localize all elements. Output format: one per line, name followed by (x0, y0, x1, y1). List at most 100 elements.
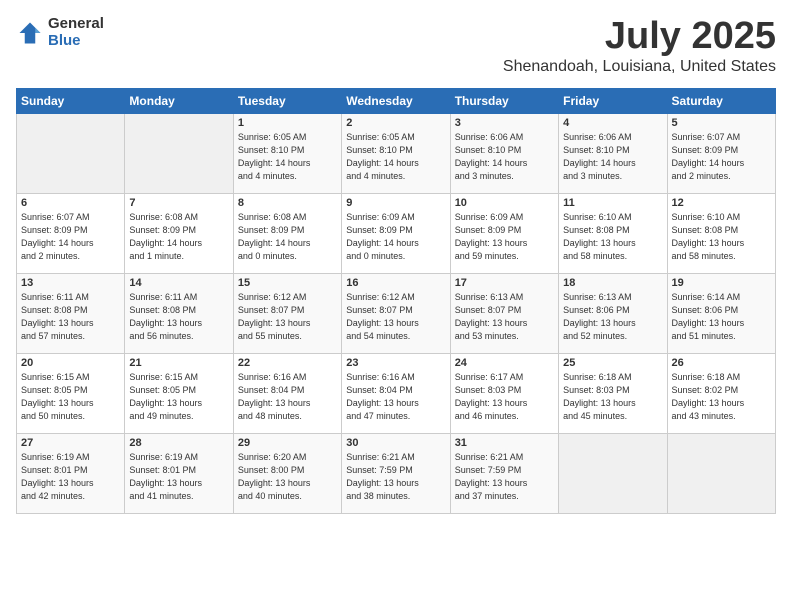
page-title: July 2025 (503, 16, 776, 58)
day-info: Sunrise: 6:18 AM Sunset: 8:03 PM Dayligh… (563, 371, 662, 423)
calendar-cell: 16Sunrise: 6:12 AM Sunset: 8:07 PM Dayli… (342, 273, 450, 353)
header-saturday: Saturday (667, 88, 775, 113)
day-number: 19 (672, 277, 771, 289)
day-number: 24 (455, 357, 554, 369)
day-number: 14 (129, 277, 228, 289)
day-number: 30 (346, 437, 445, 449)
title-block: July 2025 Shenandoah, Louisiana, United … (503, 16, 776, 76)
day-info: Sunrise: 6:09 AM Sunset: 8:09 PM Dayligh… (346, 211, 445, 263)
day-info: Sunrise: 6:17 AM Sunset: 8:03 PM Dayligh… (455, 371, 554, 423)
logo-general-text: General (48, 16, 104, 33)
day-number: 4 (563, 117, 662, 129)
day-info: Sunrise: 6:15 AM Sunset: 8:05 PM Dayligh… (129, 371, 228, 423)
day-info: Sunrise: 6:05 AM Sunset: 8:10 PM Dayligh… (238, 131, 337, 183)
calendar-cell: 19 Sunrise: 6:14 AM Sunset: 8:06 PM Dayli… (667, 273, 775, 353)
day-number: 20 (21, 357, 120, 369)
day-info: Sunrise: 6:11 AM Sunset: 8:08 PM Dayligh… (21, 291, 120, 343)
header-tuesday: Tuesday (233, 88, 341, 113)
calendar-week-3: 13 Sunrise: 6:11 AM Sunset: 8:08 PM Dayli… (17, 273, 776, 353)
calendar-cell: 7 Sunrise: 6:08 AM Sunset: 8:09 PM Daylig… (125, 193, 233, 273)
day-info: Sunrise: 6:08 AM Sunset: 8:09 PM Dayligh… (238, 211, 337, 263)
header-sunday: Sunday (17, 88, 125, 113)
day-number: 23 (346, 357, 445, 369)
calendar-cell: 13 Sunrise: 6:11 AM Sunset: 8:08 PM Dayli… (17, 273, 125, 353)
day-info: Sunrise: 6:14 AM Sunset: 8:06 PM Dayligh… (672, 291, 771, 343)
calendar-cell (559, 433, 667, 513)
calendar-cell: 6 Sunrise: 6:07 AM Sunset: 8:09 PM Daylig… (17, 193, 125, 273)
calendar-cell: 17Sunrise: 6:13 AM Sunset: 8:07 PM Dayli… (450, 273, 558, 353)
day-info: Sunrise: 6:15 AM Sunset: 8:05 PM Dayligh… (21, 371, 120, 423)
day-info: Sunrise: 6:08 AM Sunset: 8:09 PM Dayligh… (129, 211, 228, 263)
calendar-cell: 1 Sunrise: 6:05 AM Sunset: 8:10 PM Daylig… (233, 113, 341, 193)
day-info: Sunrise: 6:21 AM Sunset: 7:59 PM Dayligh… (455, 451, 554, 503)
day-number: 10 (455, 197, 554, 209)
calendar-cell: 10 Sunrise: 6:09 AM Sunset: 8:09 PM Dayli… (450, 193, 558, 273)
day-number: 18 (563, 277, 662, 289)
calendar-cell: 8 Sunrise: 6:08 AM Sunset: 8:09 PM Daylig… (233, 193, 341, 273)
day-info: Sunrise: 6:16 AM Sunset: 8:04 PM Dayligh… (238, 371, 337, 423)
day-number: 7 (129, 197, 228, 209)
day-number: 12 (672, 197, 771, 209)
page-subtitle: Shenandoah, Louisiana, United States (503, 58, 776, 76)
day-number: 11 (563, 197, 662, 209)
day-info: Sunrise: 6:19 AM Sunset: 8:01 PM Dayligh… (129, 451, 228, 503)
day-info: Sunrise: 6:16 AM Sunset: 8:04 PM Dayligh… (346, 371, 445, 423)
day-number: 13 (21, 277, 120, 289)
day-info: Sunrise: 6:20 AM Sunset: 8:00 PM Dayligh… (238, 451, 337, 503)
calendar-cell: 27 Sunrise: 6:19 AM Sunset: 8:01 PM Dayli… (17, 433, 125, 513)
calendar-cell: 29 Sunrise: 6:20 AM Sunset: 8:00 PM Dayli… (233, 433, 341, 513)
day-number: 15 (238, 277, 337, 289)
day-number: 26 (672, 357, 771, 369)
page-header: General Blue July 2025 Shenandoah, Louis… (16, 16, 776, 76)
logo: General Blue (16, 16, 104, 49)
header-row: SundayMondayTuesdayWednesdayThursdayFrid… (17, 88, 776, 113)
day-info: Sunrise: 6:07 AM Sunset: 8:09 PM Dayligh… (21, 211, 120, 263)
logo-text: General Blue (48, 16, 104, 49)
day-number: 8 (238, 197, 337, 209)
calendar-cell: 15Sunrise: 6:12 AM Sunset: 8:07 PM Dayli… (233, 273, 341, 353)
calendar-cell: 3 Sunrise: 6:06 AM Sunset: 8:10 PM Daylig… (450, 113, 558, 193)
calendar-cell: 22 Sunrise: 6:16 AM Sunset: 8:04 PM Dayli… (233, 353, 341, 433)
day-info: Sunrise: 6:06 AM Sunset: 8:10 PM Dayligh… (455, 131, 554, 183)
day-info: Sunrise: 6:05 AM Sunset: 8:10 PM Dayligh… (346, 131, 445, 183)
day-number: 3 (455, 117, 554, 129)
header-thursday: Thursday (450, 88, 558, 113)
day-number: 25 (563, 357, 662, 369)
calendar-cell: 30Sunrise: 6:21 AM Sunset: 7:59 PM Dayli… (342, 433, 450, 513)
day-number: 31 (455, 437, 554, 449)
calendar-cell: 26Sunrise: 6:18 AM Sunset: 8:02 PM Dayli… (667, 353, 775, 433)
day-info: Sunrise: 6:06 AM Sunset: 8:10 PM Dayligh… (563, 131, 662, 183)
logo-icon (16, 19, 44, 47)
calendar-cell: 25 Sunrise: 6:18 AM Sunset: 8:03 PM Dayli… (559, 353, 667, 433)
day-info: Sunrise: 6:09 AM Sunset: 8:09 PM Dayligh… (455, 211, 554, 263)
day-info: Sunrise: 6:07 AM Sunset: 8:09 PM Dayligh… (672, 131, 771, 183)
header-wednesday: Wednesday (342, 88, 450, 113)
calendar-cell: 28 Sunrise: 6:19 AM Sunset: 8:01 PM Dayli… (125, 433, 233, 513)
calendar-cell: 23 Sunrise: 6:16 AM Sunset: 8:04 PM Dayli… (342, 353, 450, 433)
day-number: 22 (238, 357, 337, 369)
header-monday: Monday (125, 88, 233, 113)
calendar-cell: 20 Sunrise: 6:15 AM Sunset: 8:05 PM Dayli… (17, 353, 125, 433)
day-number: 1 (238, 117, 337, 129)
day-info: Sunrise: 6:11 AM Sunset: 8:08 PM Dayligh… (129, 291, 228, 343)
calendar-cell: 2Sunrise: 6:05 AM Sunset: 8:10 PM Daylig… (342, 113, 450, 193)
day-number: 16 (346, 277, 445, 289)
calendar-cell: 21 Sunrise: 6:15 AM Sunset: 8:05 PM Dayli… (125, 353, 233, 433)
day-number: 28 (129, 437, 228, 449)
day-number: 29 (238, 437, 337, 449)
day-number: 21 (129, 357, 228, 369)
calendar-cell: 14 Sunrise: 6:11 AM Sunset: 8:08 PM Dayli… (125, 273, 233, 353)
calendar-cell: 12 Sunrise: 6:10 AM Sunset: 8:08 PM Dayli… (667, 193, 775, 273)
calendar-cell: 5Sunrise: 6:07 AM Sunset: 8:09 PM Daylig… (667, 113, 775, 193)
day-number: 6 (21, 197, 120, 209)
calendar-cell: 4 Sunrise: 6:06 AM Sunset: 8:10 PM Daylig… (559, 113, 667, 193)
day-info: Sunrise: 6:10 AM Sunset: 8:08 PM Dayligh… (672, 211, 771, 263)
day-info: Sunrise: 6:19 AM Sunset: 8:01 PM Dayligh… (21, 451, 120, 503)
calendar-week-4: 20 Sunrise: 6:15 AM Sunset: 8:05 PM Dayli… (17, 353, 776, 433)
calendar-cell (17, 113, 125, 193)
day-number: 27 (21, 437, 120, 449)
header-friday: Friday (559, 88, 667, 113)
day-number: 9 (346, 197, 445, 209)
day-info: Sunrise: 6:13 AM Sunset: 8:06 PM Dayligh… (563, 291, 662, 343)
calendar-cell: 24 Sunrise: 6:17 AM Sunset: 8:03 PM Dayli… (450, 353, 558, 433)
